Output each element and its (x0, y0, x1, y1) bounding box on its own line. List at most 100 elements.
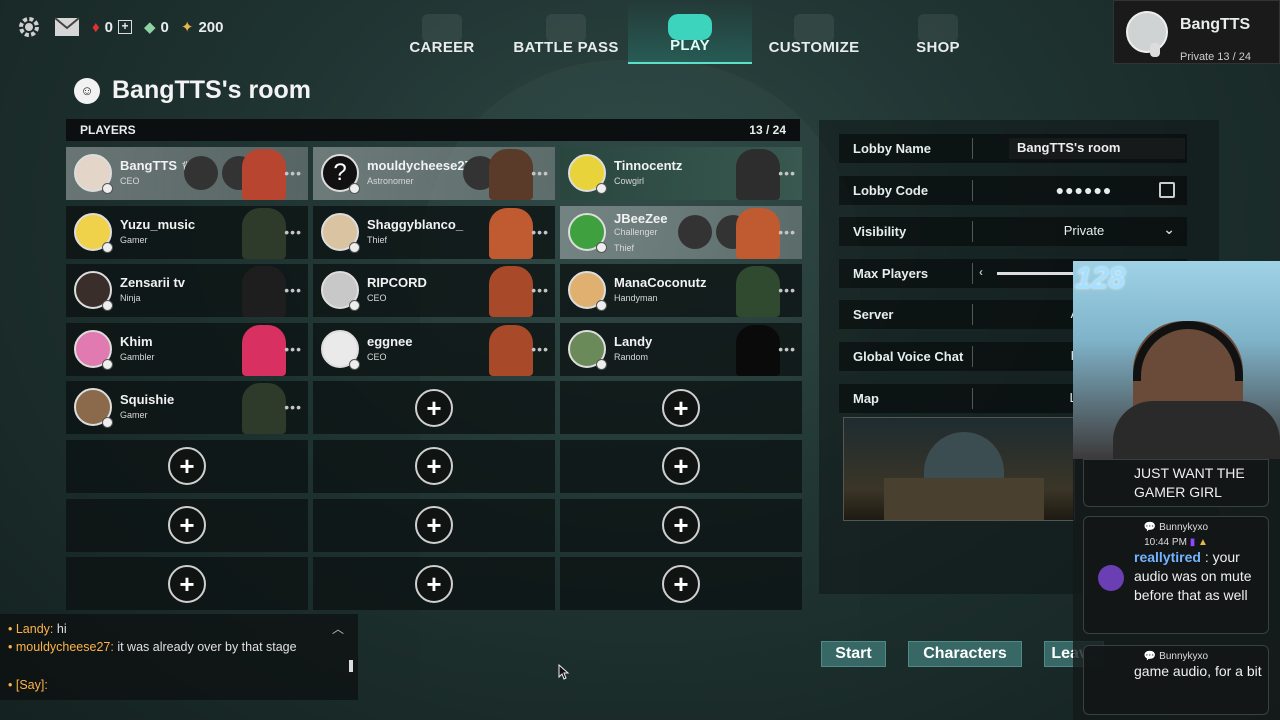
streamer-shirt (1113, 401, 1280, 459)
more-options-icon[interactable]: ••• (778, 224, 796, 240)
profile-card[interactable]: BangTTS Private 13 / 24 (1113, 0, 1280, 64)
emblem-icon (678, 214, 712, 249)
player-slot[interactable]: RIPCORD CEO ••• (313, 264, 555, 318)
mail-icon[interactable] (54, 17, 80, 37)
player-role: CEO (367, 351, 387, 362)
empty-slot: + (560, 557, 802, 611)
more-options-icon[interactable]: ••• (778, 341, 796, 357)
invite-player-button[interactable]: + (662, 506, 700, 545)
tickets-value: 200 (198, 18, 224, 36)
player-slot[interactable]: ? mouldycheese27 Astronomer ••• (313, 147, 555, 200)
players-grid: BangTTS♛ CEO ••• ? mouldycheese27 Astron… (66, 147, 802, 611)
player-slot[interactable]: Shaggyblanco_ Thief ••• (313, 205, 555, 259)
empty-slot: + (560, 381, 802, 435)
divider (972, 221, 973, 242)
tab-shop[interactable]: SHOP (876, 0, 1000, 64)
invite-player-button[interactable]: + (168, 506, 206, 545)
player-slot[interactable]: JBeeZee Challenger Thief ••• (560, 205, 802, 259)
chat-input[interactable]: • [Say]: (8, 678, 348, 692)
badge-icon: ▲ (1197, 537, 1208, 548)
chat-user: mouldycheese27 (15, 640, 111, 654)
invite-player-button[interactable]: + (662, 447, 700, 486)
chevron-down-icon[interactable]: ⌄ (1163, 221, 1175, 238)
player-slot[interactable]: ManaCoconutz Handyman ••• (560, 264, 802, 318)
chat-message: • Landy: hi (8, 622, 67, 636)
avatar (1126, 11, 1168, 53)
setting-visibility[interactable]: Visibility Private ⌄ (839, 217, 1187, 246)
more-options-icon[interactable]: ••• (284, 165, 302, 181)
map-building (884, 478, 1044, 520)
map-dome (924, 432, 1004, 484)
player-slot[interactable]: Tinnocentz Cowgirl ••• (560, 147, 802, 200)
settings-gear-icon[interactable] (16, 14, 42, 40)
player-name: Squishie (120, 392, 175, 408)
characters-button[interactable]: Characters (908, 641, 1022, 667)
player-name: Zensarii tv (120, 275, 186, 291)
more-options-icon[interactable]: ••• (531, 341, 549, 357)
empty-slot: + (560, 498, 802, 552)
copy-icon[interactable] (1159, 182, 1175, 198)
more-options-icon[interactable]: ••• (531, 165, 549, 181)
more-options-icon[interactable]: ••• (284, 399, 302, 415)
invite-player-button[interactable]: + (415, 506, 453, 545)
tab-customize[interactable]: CUSTOMIZE (752, 0, 876, 64)
invite-player-button[interactable]: + (662, 388, 700, 427)
players-header: PLAYERS 13 / 24 (66, 119, 800, 141)
tab-career[interactable]: CAREER (380, 0, 504, 64)
mic-icon (349, 300, 360, 312)
mic-icon (102, 417, 113, 429)
empty-slot: + (313, 439, 555, 493)
more-options-icon[interactable]: ••• (284, 282, 302, 298)
more-options-icon[interactable]: ••• (284, 224, 302, 240)
player-slot[interactable]: Yuzu_music Gamer ••• (66, 205, 308, 259)
invite-player-button[interactable]: + (168, 564, 206, 603)
chevron-up-icon[interactable]: ︿ (332, 620, 344, 637)
empty-slot: + (313, 381, 555, 435)
more-options-icon[interactable]: ••• (531, 282, 549, 298)
user-icon (1098, 565, 1124, 591)
random-character-icon (736, 324, 780, 376)
buy-hearts-button[interactable]: + (118, 20, 132, 34)
lobby-name-input[interactable]: BangTTS's room (1009, 138, 1185, 159)
invite-player-button[interactable]: + (662, 564, 700, 603)
more-options-icon[interactable]: ••• (284, 341, 302, 357)
player-slot[interactable]: eggnee CEO ••• (313, 322, 555, 376)
stream-chat-card: 💬 Bunnykyxo 10:44 PM ▮ ▲ reallytired : y… (1083, 516, 1269, 634)
character-portrait (489, 324, 533, 376)
emblem-icon (184, 156, 218, 190)
divider (972, 346, 973, 367)
ticket-icon: ✦ (180, 19, 194, 36)
divider (972, 180, 973, 201)
character-portrait (242, 149, 286, 200)
invite-player-button[interactable]: + (415, 388, 453, 427)
more-options-icon[interactable]: ••• (778, 282, 796, 298)
page-title: BangTTS's room (112, 76, 312, 104)
chat-scrollbar[interactable] (349, 660, 353, 672)
mic-icon (102, 300, 113, 312)
player-slot[interactable]: Landy Random ••• (560, 322, 802, 376)
player-name: ManaCoconutz (614, 275, 707, 291)
player-slot[interactable]: Squishie Gamer ••• (66, 381, 308, 435)
player-slot[interactable]: Zensarii tv Ninja ••• (66, 264, 308, 318)
visibility-select[interactable]: Private (999, 223, 1169, 238)
tab-play[interactable]: PLAY (628, 0, 752, 64)
map-preview[interactable] (843, 417, 1075, 521)
player-slot[interactable]: Khim Gambler ••• (66, 322, 308, 376)
invite-player-button[interactable]: + (168, 447, 206, 486)
mic-icon (102, 241, 113, 253)
invite-player-button[interactable]: + (415, 564, 453, 603)
more-options-icon[interactable]: ••• (778, 165, 796, 181)
invite-player-button[interactable]: + (415, 447, 453, 486)
character-portrait (242, 324, 286, 376)
gems-value: 0 (160, 18, 169, 36)
stream-chat-message: game audio, for a bit (1134, 663, 1262, 679)
chevron-left-icon[interactable]: ‹ (979, 265, 983, 279)
lobby-chat: ︿ • Landy: hi • mouldycheese27: it was a… (0, 614, 358, 700)
player-slot[interactable]: BangTTS♛ CEO ••• (66, 147, 308, 200)
tab-battle-pass[interactable]: BATTLE PASS (504, 0, 628, 64)
mic-icon (102, 358, 113, 370)
mic-icon (1150, 43, 1160, 57)
empty-slot: + (313, 557, 555, 611)
start-button[interactable]: Start (821, 641, 886, 667)
more-options-icon[interactable]: ••• (531, 224, 549, 240)
